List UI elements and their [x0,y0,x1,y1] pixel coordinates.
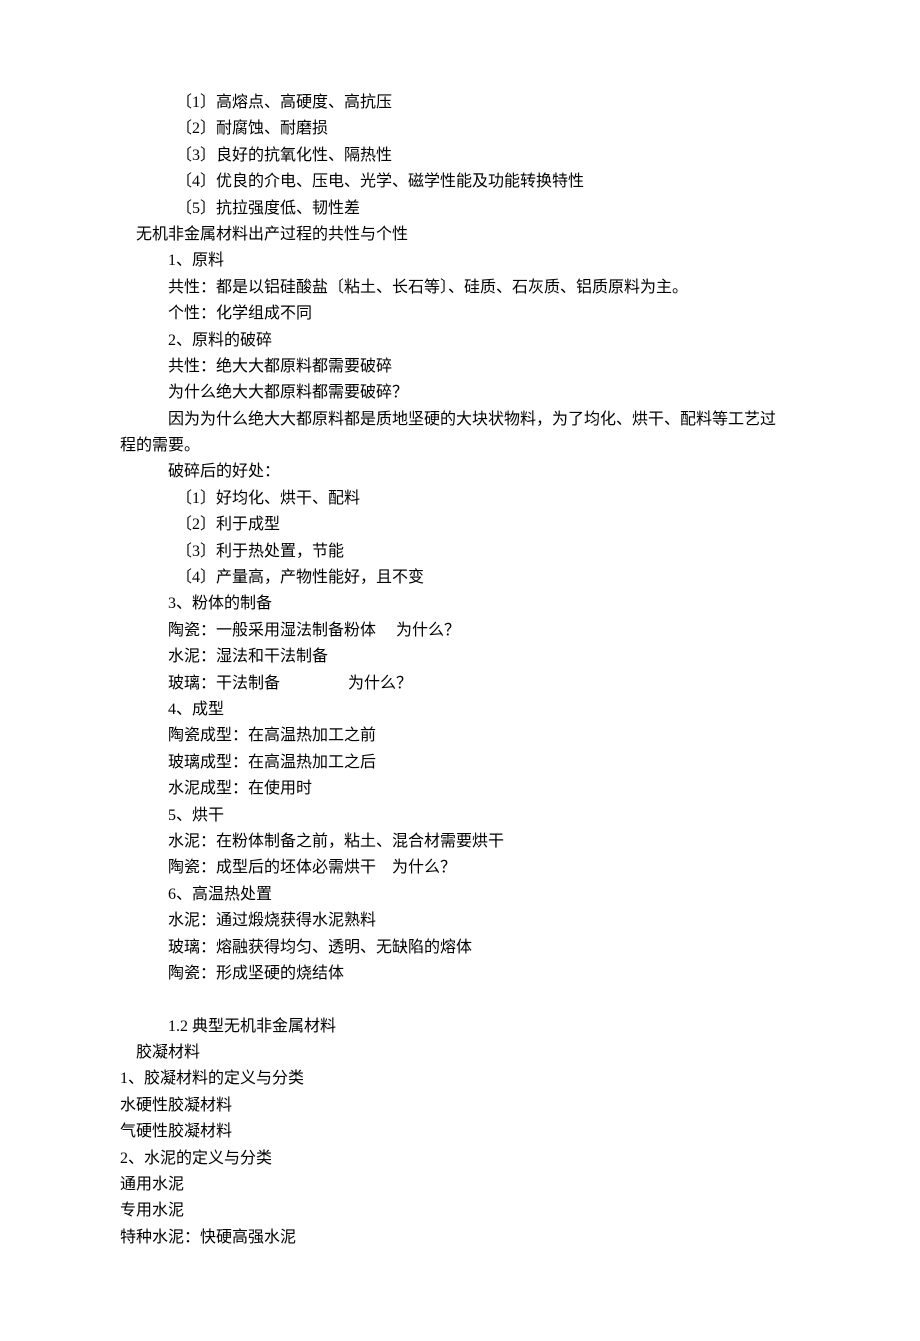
text-line: 〔4〕产量高，产物性能好，且不变 [120,565,800,591]
text-line: 〔5〕抗拉强度低、韧性差 [120,196,800,222]
text-line: 〔1〕高熔点、高硬度、高抗压 [120,90,800,116]
text-line: 气硬性胶凝材料 [120,1119,800,1145]
text-line: 〔2〕耐腐蚀、耐磨损 [120,116,800,142]
text-line: 陶瓷：一般采用湿法制备粉体 为什么？ [120,618,800,644]
text-line: 水泥：通过煅烧获得水泥熟料 [120,908,800,934]
text-line: 水泥：湿法和干法制备 [120,644,800,670]
text-line: 〔2〕利于成型 [120,512,800,538]
text-line: 个性：化学组成不同 [120,301,800,327]
text-line: 通用水泥 [120,1172,800,1198]
document-page: 〔1〕高熔点、高硬度、高抗压 〔2〕耐腐蚀、耐磨损 〔3〕良好的抗氧化性、隔热性… [0,0,920,1341]
text-line: 5、烘干 [120,803,800,829]
text-line: 共性：都是以铝硅酸盐〔粘土、长石等〕、硅质、石灰质、铝质原料为主。 [120,275,800,301]
text-line: 专用水泥 [120,1198,800,1224]
document-body: 〔1〕高熔点、高硬度、高抗压 〔2〕耐腐蚀、耐磨损 〔3〕良好的抗氧化性、隔热性… [120,90,800,1251]
text-line: 〔3〕良好的抗氧化性、隔热性 [120,143,800,169]
text-line: 共性：绝大大都原料都需要破碎 [120,354,800,380]
text-line: 玻璃：干法制备 为什么？ [120,671,800,697]
text-line: 胶凝材料 [120,1040,800,1066]
text-line: 破碎后的好处： [120,459,800,485]
text-line: 玻璃：熔融获得均匀、透明、无缺陷的熔体 [120,935,800,961]
text-line: 2、原料的破碎 [120,328,800,354]
text-line: 特种水泥：快硬高强水泥 [120,1225,800,1251]
text-line: 4、成型 [120,697,800,723]
text-line: 水泥：在粉体制备之前，粘土、混合材需要烘干 [120,829,800,855]
text-line: 陶瓷成型：在高温热加工之前 [120,723,800,749]
text-line: 水泥成型：在使用时 [120,776,800,802]
text-line: 玻璃成型：在高温热加工之后 [120,750,800,776]
text-line: 3、粉体的制备 [120,591,800,617]
text-line: 因为为什么绝大大都原料都是质地坚硬的大块状物料，为了均化、烘干、配料等工艺过 [120,407,800,433]
text-line: 6、高温热处置 [120,882,800,908]
text-line: 水硬性胶凝材料 [120,1093,800,1119]
text-line: 〔3〕利于热处置，节能 [120,539,800,565]
text-line: 程的需要。 [120,433,800,459]
text-line: 陶瓷：成型后的坯体必需烘干 为什么？ [120,855,800,881]
text-line: 1、原料 [120,248,800,274]
text-line: 〔1〕好均化、烘干、配料 [120,486,800,512]
text-line: 陶瓷：形成坚硬的烧结体 [120,961,800,987]
text-line [120,987,800,1013]
text-line: 2、水泥的定义与分类 [120,1146,800,1172]
text-line: 1.2 典型无机非金属材料 [120,1014,800,1040]
text-line: 1、胶凝材料的定义与分类 [120,1066,800,1092]
text-line: 无机非金属材料出产过程的共性与个性 [120,222,800,248]
text-line: 〔4〕优良的介电、压电、光学、磁学性能及功能转换特性 [120,169,800,195]
text-line: 为什么绝大大都原料都需要破碎？ [120,380,800,406]
